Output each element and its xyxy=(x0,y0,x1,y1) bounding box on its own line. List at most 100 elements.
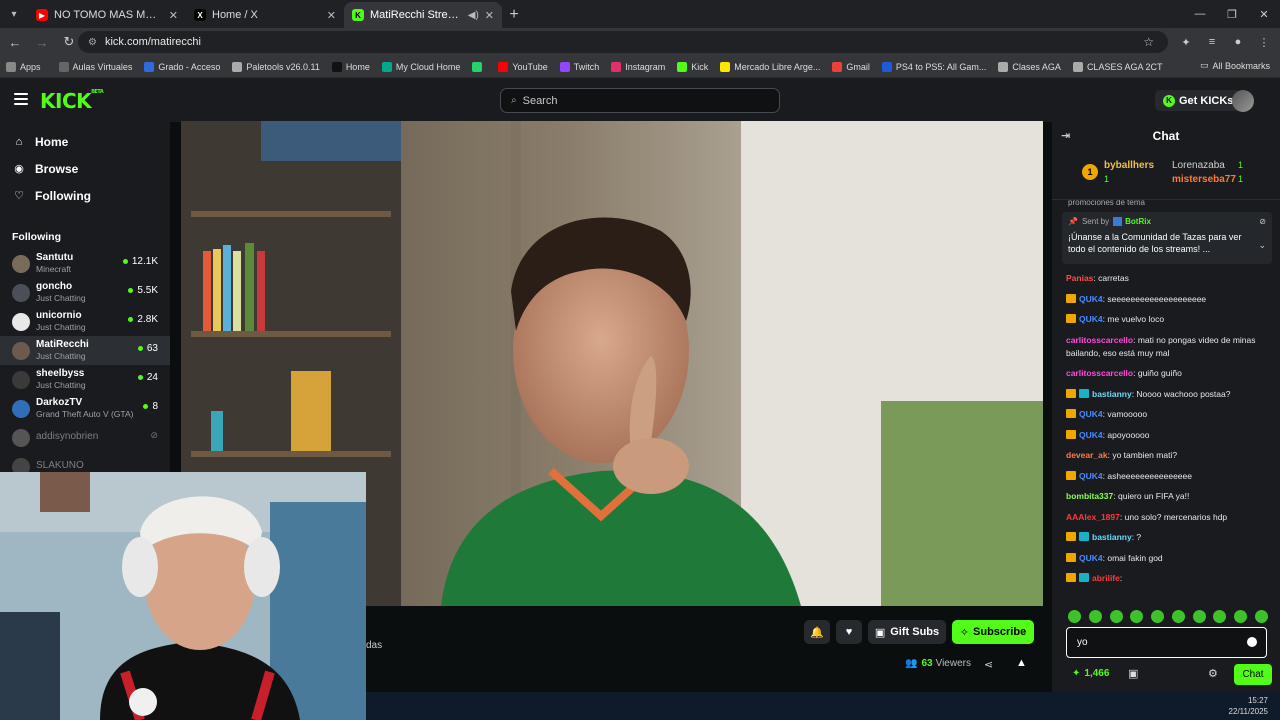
bookmark-item[interactable]: Instagram xyxy=(611,61,665,72)
emote-icon[interactable] xyxy=(1088,610,1102,623)
bookmark-apps[interactable]: Apps xyxy=(6,61,41,72)
bookmark-item[interactable]: Home xyxy=(331,61,370,72)
bookmark-favicon-icon xyxy=(881,61,892,72)
close-icon[interactable]: ✕ xyxy=(327,9,336,22)
tab-x-home[interactable]: X Home / X ✕ xyxy=(186,2,344,28)
channel-item-sheelbyss[interactable]: sheelbyss Just Chatting 24 xyxy=(0,365,170,394)
emote-icon[interactable] xyxy=(1171,610,1185,623)
share-icon[interactable]: ⋖ xyxy=(984,658,993,671)
get-kicks-button[interactable]: K Get KICKs xyxy=(1155,90,1242,111)
bookmark-item[interactable]: Paletools v26.0.11 xyxy=(232,61,320,72)
bookmark-item[interactable]: Twitch xyxy=(559,61,599,72)
sidebar-item-following[interactable]: ♡ Following xyxy=(0,182,170,209)
all-bookmarks-button[interactable]: ▭ All Bookmarks xyxy=(1200,60,1270,71)
tab-kick-stream[interactable]: K MatiRecchi Stream - Watch ◀) ✕ xyxy=(344,2,502,28)
site-info-icon[interactable]: ⚙ xyxy=(88,37,97,48)
close-icon[interactable]: ✕ xyxy=(485,9,494,22)
emote-icon[interactable] xyxy=(1213,610,1227,623)
profile-icon[interactable]: ● xyxy=(1228,32,1248,52)
bookmark-item[interactable] xyxy=(472,61,486,72)
close-window-icon[interactable]: ✕ xyxy=(1248,0,1280,28)
emote-icon[interactable] xyxy=(1192,610,1206,623)
unpin-icon[interactable]: ⊘ xyxy=(1259,217,1266,226)
toolbar-icons: ✦ ≡ ● ⋮ xyxy=(1176,32,1274,52)
chat-username[interactable]: QUK4 xyxy=(1079,471,1103,481)
follow-heart-button[interactable]: ♥ xyxy=(836,620,862,644)
media-icon[interactable]: ≡ xyxy=(1202,32,1222,52)
collapse-chat-icon[interactable]: ⇥ xyxy=(1061,129,1070,142)
minimize-icon[interactable]: — xyxy=(1184,0,1216,28)
chat-username[interactable]: Panias xyxy=(1066,273,1093,283)
chat-username[interactable]: carlitosscarcello xyxy=(1066,335,1133,345)
url-input[interactable]: ⚙ kick.com/matirecchi ☆ xyxy=(78,31,1168,53)
bookmark-item[interactable]: PS4 to PS5: All Gam... xyxy=(881,61,986,72)
chat-username[interactable]: QUK4 xyxy=(1079,430,1103,440)
chat-username[interactable]: QUK4 xyxy=(1079,553,1103,563)
gifter-badge-icon xyxy=(1079,388,1089,398)
chat-username[interactable]: AAAlex_1897 xyxy=(1066,512,1120,522)
emote-icon[interactable] xyxy=(1254,610,1268,623)
tab-search-icon[interactable]: ▾ xyxy=(0,0,28,28)
bookmark-item[interactable]: Mercado Libre Arge... xyxy=(720,61,820,72)
new-tab-button[interactable]: + xyxy=(502,2,526,28)
back-icon[interactable]: ← xyxy=(3,30,27,54)
bookmark-item[interactable]: YouTube xyxy=(498,61,548,72)
chat-username[interactable]: QUK4 xyxy=(1079,294,1103,304)
tab-youtube[interactable]: ▶ NO TOMO MAS MATE #memu ✕ xyxy=(28,2,186,28)
chat-username[interactable]: bombita337 xyxy=(1066,491,1113,501)
bookmark-item[interactable]: Clases AGA xyxy=(998,61,1061,72)
emote-icon[interactable] xyxy=(1151,610,1165,623)
chat-username[interactable]: bastianny xyxy=(1092,389,1132,399)
send-chat-button[interactable]: Chat xyxy=(1234,664,1272,685)
gift-subs-button[interactable]: ▣ Gift Subs xyxy=(868,620,946,644)
notification-bell-button[interactable]: 🔔 xyxy=(804,620,830,644)
apps-grid-icon xyxy=(6,61,16,72)
subscribe-button[interactable]: ✧ Subscribe xyxy=(952,620,1034,644)
channel-item-addisynobrien[interactable]: addisynobrien ⊘ xyxy=(0,423,170,452)
kick-logo[interactable]: KICKBETA xyxy=(40,89,104,113)
bookmark-item[interactable]: My Cloud Home xyxy=(381,61,460,72)
sidebar-item-browse[interactable]: ◉ Browse xyxy=(0,155,170,182)
chat-username[interactable]: abrilife xyxy=(1092,573,1120,583)
report-icon[interactable]: ▲ xyxy=(1016,657,1027,669)
bookmark-item[interactable]: Aulas Virtuales xyxy=(58,61,132,72)
settings-gear-icon[interactable]: ⚙ xyxy=(1208,667,1218,680)
sidebar-item-home[interactable]: ⌂ Home xyxy=(0,128,170,155)
search-input[interactable]: ⌕ Search xyxy=(500,88,780,113)
channel-item-santutu[interactable]: Santutu Minecraft 12.1K xyxy=(0,249,170,278)
pinned-message[interactable]: 📌 Sent by BotRix ⊘ ¡Únanse a la Comunida… xyxy=(1062,212,1272,264)
chat-username[interactable]: devear_ak xyxy=(1066,450,1108,460)
chevron-down-icon[interactable]: ⌄ xyxy=(1258,240,1266,251)
emote-icon[interactable] xyxy=(1234,610,1248,623)
emoji-picker-icon[interactable] xyxy=(1247,637,1257,647)
extensions-icon[interactable]: ✦ xyxy=(1176,32,1196,52)
bookmark-star-icon[interactable]: ☆ xyxy=(1143,35,1154,49)
emote-icon[interactable] xyxy=(1068,610,1081,623)
hamburger-menu-icon[interactable] xyxy=(14,93,28,105)
speaker-icon[interactable]: ◀) xyxy=(468,10,479,21)
channel-item-unicornio[interactable]: unicornio Just Chatting 2.8K xyxy=(0,307,170,336)
chat-username[interactable]: QUK4 xyxy=(1079,409,1103,419)
close-icon[interactable]: ✕ xyxy=(169,9,178,22)
channel-item-matirecchi[interactable]: MatiRecchi Just Chatting 63 xyxy=(0,336,170,365)
youtube-favicon-icon xyxy=(498,61,509,72)
channel-item-goncho[interactable]: goncho Just Chatting 5.5K xyxy=(0,278,170,307)
bookmark-item[interactable]: Gmail xyxy=(832,61,870,72)
bookmark-item[interactable]: Grado - Acceso xyxy=(144,61,220,72)
emote-icon[interactable] xyxy=(1109,610,1123,623)
chat-input[interactable]: yo xyxy=(1066,627,1267,658)
restore-icon[interactable]: ❐ xyxy=(1216,0,1248,28)
channel-item-darkoztv[interactable]: DarkozTV Grand Theft Auto V (GTA) 8 xyxy=(0,394,170,423)
chat-username[interactable]: carlitosscarcello xyxy=(1066,368,1133,378)
gift-box-icon[interactable]: ▣ xyxy=(1128,667,1138,680)
chat-message: QUK4: asheeeeeeeeeeeeeee xyxy=(1066,470,1272,483)
menu-dots-icon[interactable]: ⋮ xyxy=(1254,32,1274,52)
chat-username[interactable]: QUK4 xyxy=(1079,314,1103,324)
bookmark-item[interactable]: CLASES AGA 2CT xyxy=(1072,61,1162,72)
bookmark-item[interactable]: Kick xyxy=(677,61,708,72)
forward-icon[interactable]: → xyxy=(30,30,54,54)
chat-username[interactable]: bastianny xyxy=(1092,532,1132,542)
emote-icon[interactable] xyxy=(1130,610,1144,623)
user-avatar[interactable] xyxy=(1232,90,1254,112)
channel-points[interactable]: ✦ 1,466 xyxy=(1072,668,1109,679)
